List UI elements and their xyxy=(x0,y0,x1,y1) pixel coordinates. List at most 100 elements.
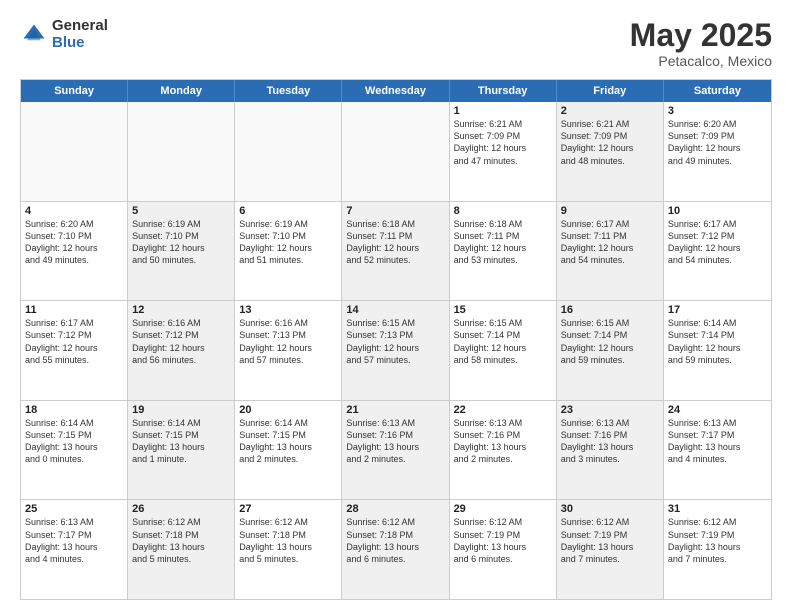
day-number: 19 xyxy=(132,404,230,416)
logo-general: General xyxy=(52,18,108,35)
day-info: Sunrise: 6:14 AM Sunset: 7:14 PM Dayligh… xyxy=(668,317,767,366)
day-info: Sunrise: 6:14 AM Sunset: 7:15 PM Dayligh… xyxy=(25,417,123,466)
day-info: Sunrise: 6:18 AM Sunset: 7:11 PM Dayligh… xyxy=(346,218,444,267)
calendar-cell xyxy=(21,102,128,201)
calendar-cell xyxy=(128,102,235,201)
day-number: 1 xyxy=(454,105,552,117)
day-number: 23 xyxy=(561,404,659,416)
day-number: 22 xyxy=(454,404,552,416)
calendar-cell: 27Sunrise: 6:12 AM Sunset: 7:18 PM Dayli… xyxy=(235,500,342,599)
calendar-body: 1 Sunrise: 6:21 AM Sunset: 7:09 PM Daylig… xyxy=(21,102,771,599)
calendar-cell: 5Sunrise: 6:19 AM Sunset: 7:10 PM Daylig… xyxy=(128,202,235,301)
day-info: Sunrise: 6:13 AM Sunset: 7:16 PM Dayligh… xyxy=(561,417,659,466)
day-number: 30 xyxy=(561,503,659,515)
calendar-cell: 6Sunrise: 6:19 AM Sunset: 7:10 PM Daylig… xyxy=(235,202,342,301)
day-number: 27 xyxy=(239,503,337,515)
day-info: Sunrise: 6:21 AM Sunset: 7:09 PM Dayligh… xyxy=(561,118,659,167)
calendar-cell: 3Sunrise: 6:20 AM Sunset: 7:09 PM Daylig… xyxy=(664,102,771,201)
main-title: May 2025 xyxy=(630,18,772,53)
day-info: Sunrise: 6:20 AM Sunset: 7:09 PM Dayligh… xyxy=(668,118,767,167)
calendar-cell: 23Sunrise: 6:13 AM Sunset: 7:16 PM Dayli… xyxy=(557,401,664,500)
calendar-cell xyxy=(342,102,449,201)
calendar-cell: 21Sunrise: 6:13 AM Sunset: 7:16 PM Dayli… xyxy=(342,401,449,500)
calendar-cell: 10Sunrise: 6:17 AM Sunset: 7:12 PM Dayli… xyxy=(664,202,771,301)
calendar-cell: 17Sunrise: 6:14 AM Sunset: 7:14 PM Dayli… xyxy=(664,301,771,400)
day-number: 21 xyxy=(346,404,444,416)
day-number: 15 xyxy=(454,304,552,316)
day-number: 20 xyxy=(239,404,337,416)
day-number: 28 xyxy=(346,503,444,515)
day-info: Sunrise: 6:16 AM Sunset: 7:12 PM Dayligh… xyxy=(132,317,230,366)
day-number: 2 xyxy=(561,105,659,117)
calendar-row-3: 11Sunrise: 6:17 AM Sunset: 7:12 PM Dayli… xyxy=(21,301,771,401)
calendar-cell: 4Sunrise: 6:20 AM Sunset: 7:10 PM Daylig… xyxy=(21,202,128,301)
calendar-cell: 28Sunrise: 6:12 AM Sunset: 7:18 PM Dayli… xyxy=(342,500,449,599)
day-info: Sunrise: 6:14 AM Sunset: 7:15 PM Dayligh… xyxy=(239,417,337,466)
calendar-cell: 22Sunrise: 6:13 AM Sunset: 7:16 PM Dayli… xyxy=(450,401,557,500)
calendar-cell: 24Sunrise: 6:13 AM Sunset: 7:17 PM Dayli… xyxy=(664,401,771,500)
header-day-saturday: Saturday xyxy=(664,80,771,102)
day-number: 14 xyxy=(346,304,444,316)
day-number: 12 xyxy=(132,304,230,316)
header-day-tuesday: Tuesday xyxy=(235,80,342,102)
day-number: 4 xyxy=(25,205,123,217)
day-number: 9 xyxy=(561,205,659,217)
header-day-monday: Monday xyxy=(128,80,235,102)
day-info: Sunrise: 6:12 AM Sunset: 7:18 PM Dayligh… xyxy=(239,516,337,565)
calendar-cell: 29Sunrise: 6:12 AM Sunset: 7:19 PM Dayli… xyxy=(450,500,557,599)
calendar-cell: 9Sunrise: 6:17 AM Sunset: 7:11 PM Daylig… xyxy=(557,202,664,301)
calendar-row-1: 1 Sunrise: 6:21 AM Sunset: 7:09 PM Daylig… xyxy=(21,102,771,202)
calendar-cell: 15Sunrise: 6:15 AM Sunset: 7:14 PM Dayli… xyxy=(450,301,557,400)
calendar-cell: 20Sunrise: 6:14 AM Sunset: 7:15 PM Dayli… xyxy=(235,401,342,500)
calendar-row-2: 4Sunrise: 6:20 AM Sunset: 7:10 PM Daylig… xyxy=(21,202,771,302)
header-day-wednesday: Wednesday xyxy=(342,80,449,102)
day-info: Sunrise: 6:13 AM Sunset: 7:17 PM Dayligh… xyxy=(668,417,767,466)
day-number: 18 xyxy=(25,404,123,416)
day-info: Sunrise: 6:17 AM Sunset: 7:12 PM Dayligh… xyxy=(668,218,767,267)
day-number: 26 xyxy=(132,503,230,515)
day-info: Sunrise: 6:20 AM Sunset: 7:10 PM Dayligh… xyxy=(25,218,123,267)
calendar-cell: 31Sunrise: 6:12 AM Sunset: 7:19 PM Dayli… xyxy=(664,500,771,599)
title-block: May 2025 Petacalco, Mexico xyxy=(630,18,772,69)
calendar-cell: 30Sunrise: 6:12 AM Sunset: 7:19 PM Dayli… xyxy=(557,500,664,599)
day-info: Sunrise: 6:14 AM Sunset: 7:15 PM Dayligh… xyxy=(132,417,230,466)
day-info: Sunrise: 6:12 AM Sunset: 7:18 PM Dayligh… xyxy=(132,516,230,565)
day-info: Sunrise: 6:12 AM Sunset: 7:18 PM Dayligh… xyxy=(346,516,444,565)
calendar-cell: 26Sunrise: 6:12 AM Sunset: 7:18 PM Dayli… xyxy=(128,500,235,599)
day-number: 29 xyxy=(454,503,552,515)
day-number: 31 xyxy=(668,503,767,515)
calendar: SundayMondayTuesdayWednesdayThursdayFrid… xyxy=(20,79,772,600)
header-day-sunday: Sunday xyxy=(21,80,128,102)
day-info: Sunrise: 6:15 AM Sunset: 7:14 PM Dayligh… xyxy=(454,317,552,366)
day-info: Sunrise: 6:19 AM Sunset: 7:10 PM Dayligh… xyxy=(239,218,337,267)
calendar-cell: 18Sunrise: 6:14 AM Sunset: 7:15 PM Dayli… xyxy=(21,401,128,500)
day-number: 25 xyxy=(25,503,123,515)
day-info: Sunrise: 6:13 AM Sunset: 7:17 PM Dayligh… xyxy=(25,516,123,565)
day-number: 7 xyxy=(346,205,444,217)
day-info: Sunrise: 6:15 AM Sunset: 7:14 PM Dayligh… xyxy=(561,317,659,366)
subtitle: Petacalco, Mexico xyxy=(630,53,772,69)
header-day-friday: Friday xyxy=(557,80,664,102)
day-number: 10 xyxy=(668,205,767,217)
calendar-header: SundayMondayTuesdayWednesdayThursdayFrid… xyxy=(21,80,771,102)
day-info: Sunrise: 6:16 AM Sunset: 7:13 PM Dayligh… xyxy=(239,317,337,366)
calendar-cell: 11Sunrise: 6:17 AM Sunset: 7:12 PM Dayli… xyxy=(21,301,128,400)
day-info: Sunrise: 6:17 AM Sunset: 7:12 PM Dayligh… xyxy=(25,317,123,366)
header: General Blue May 2025 Petacalco, Mexico xyxy=(20,18,772,69)
day-number: 17 xyxy=(668,304,767,316)
calendar-cell: 1Sunrise: 6:21 AM Sunset: 7:09 PM Daylig… xyxy=(450,102,557,201)
day-info: Sunrise: 6:15 AM Sunset: 7:13 PM Dayligh… xyxy=(346,317,444,366)
day-number: 5 xyxy=(132,205,230,217)
day-number: 24 xyxy=(668,404,767,416)
day-number: 6 xyxy=(239,205,337,217)
day-info: Sunrise: 6:12 AM Sunset: 7:19 PM Dayligh… xyxy=(561,516,659,565)
calendar-row-4: 18Sunrise: 6:14 AM Sunset: 7:15 PM Dayli… xyxy=(21,401,771,501)
calendar-cell: 8Sunrise: 6:18 AM Sunset: 7:11 PM Daylig… xyxy=(450,202,557,301)
day-number: 11 xyxy=(25,304,123,316)
day-info: Sunrise: 6:19 AM Sunset: 7:10 PM Dayligh… xyxy=(132,218,230,267)
calendar-cell: 16Sunrise: 6:15 AM Sunset: 7:14 PM Dayli… xyxy=(557,301,664,400)
logo: General Blue xyxy=(20,18,108,51)
calendar-cell xyxy=(235,102,342,201)
header-day-thursday: Thursday xyxy=(450,80,557,102)
logo-icon xyxy=(20,21,48,49)
